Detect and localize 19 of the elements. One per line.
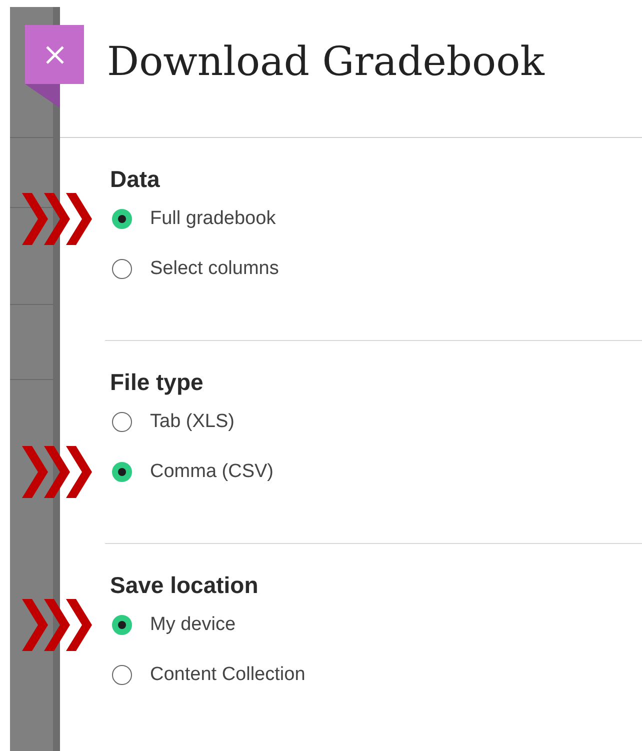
radio-button[interactable] bbox=[112, 615, 132, 635]
section-heading: Save location bbox=[109, 571, 260, 600]
radio-button[interactable] bbox=[112, 259, 132, 279]
close-icon bbox=[44, 44, 66, 66]
option-label: Content Collection bbox=[150, 664, 306, 686]
option-label: Tab (XLS) bbox=[150, 411, 234, 433]
option-label: My device bbox=[150, 614, 236, 636]
radio-button[interactable] bbox=[112, 462, 132, 482]
section-heading: Data bbox=[109, 165, 161, 194]
close-button[interactable] bbox=[25, 25, 84, 84]
panel-title: Download Gradebook bbox=[107, 39, 544, 85]
ribbon-fold-icon bbox=[25, 84, 60, 108]
option-label: Select columns bbox=[150, 258, 279, 280]
radio-button[interactable] bbox=[112, 412, 132, 432]
section-heading: File type bbox=[109, 368, 204, 397]
option-label: Full gradebook bbox=[150, 208, 276, 230]
option-label: Comma (CSV) bbox=[150, 461, 274, 483]
radio-button[interactable] bbox=[112, 209, 132, 229]
radio-button[interactable] bbox=[112, 665, 132, 685]
